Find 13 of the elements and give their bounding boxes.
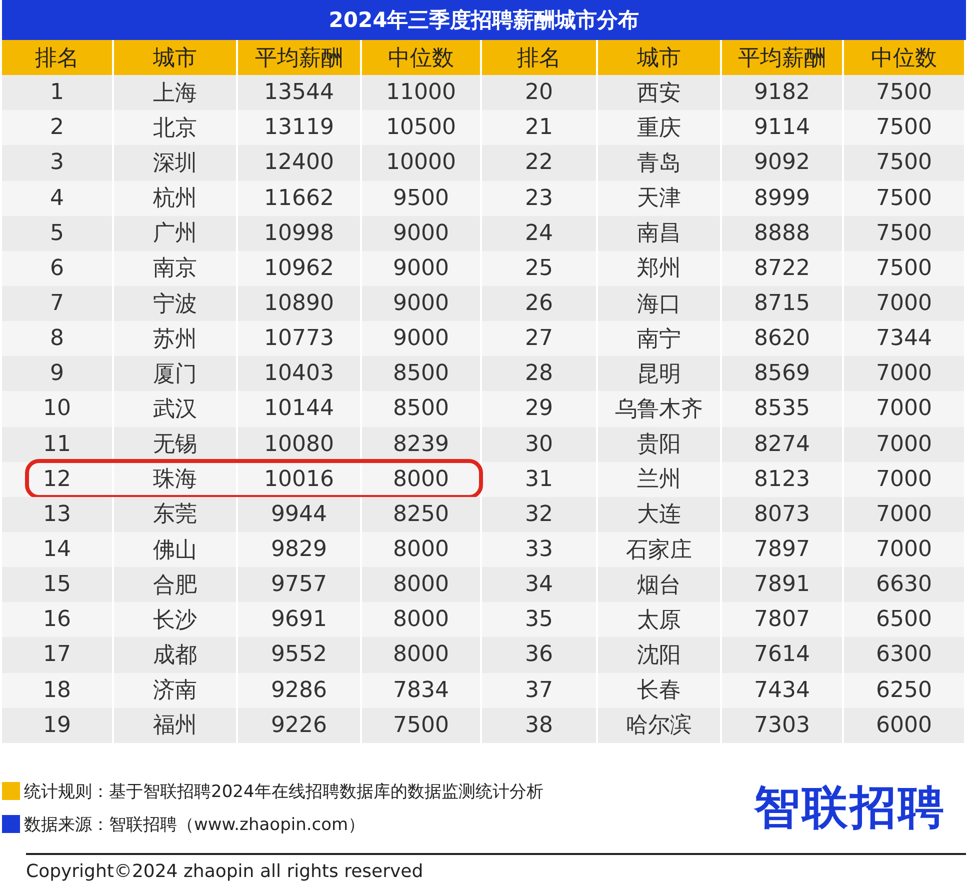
logo: 智联招聘 — [754, 778, 946, 836]
table-cell: 38 — [482, 708, 598, 743]
note-text: 统计规则：基于智联招聘2024年在线招聘数据库的数据监测统计分析 — [24, 780, 544, 803]
table-cell: 福州 — [114, 708, 238, 743]
table-cell: 哈尔滨 — [598, 708, 722, 743]
table-cell: 6000 — [844, 708, 966, 743]
table-cell: 7303 — [722, 708, 844, 743]
copyright-text: Copyright©2024 zhaopin all rights reserved — [25, 860, 424, 882]
table-cell: 7500 — [362, 708, 482, 743]
table-title: 2024年三季度招聘薪酬城市分布 — [2, 0, 966, 40]
table-cell: 19 — [2, 708, 114, 743]
note-text: 数据来源：智联招聘（www.zhaopin.com） — [24, 814, 366, 836]
table-cell: 9226 — [238, 708, 362, 743]
